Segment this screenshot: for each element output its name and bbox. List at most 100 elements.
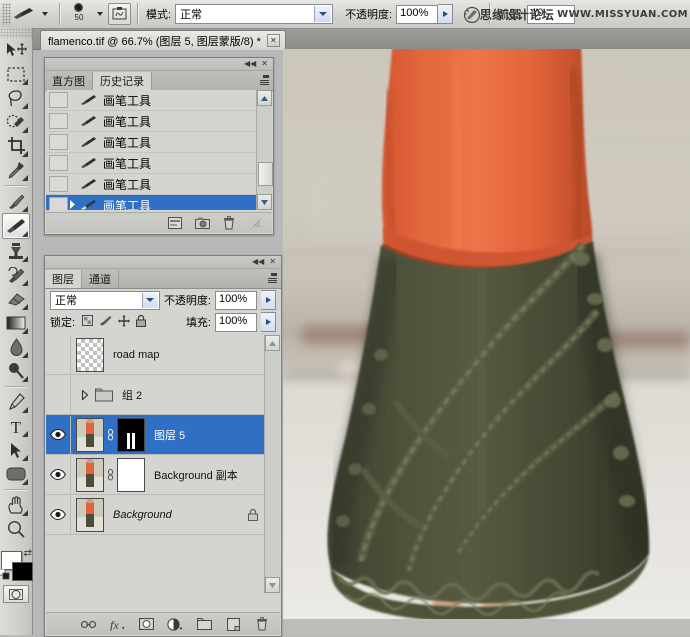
layers-panel-titlebar[interactable]: ◀◀ ✕ bbox=[45, 256, 281, 269]
lock-image-pixels-icon[interactable] bbox=[99, 315, 112, 329]
delete-state-button[interactable] bbox=[221, 216, 237, 231]
list-item[interactable]: 画笔工具 bbox=[46, 174, 256, 195]
healing-brush-tool[interactable] bbox=[3, 189, 29, 213]
list-item[interactable]: 画笔工具 bbox=[46, 153, 256, 174]
table-row[interactable]: 图层 5 bbox=[46, 415, 265, 455]
layer-mask-thumbnail[interactable] bbox=[117, 458, 145, 492]
blend-mode-select[interactable]: 正常 bbox=[175, 4, 333, 24]
scroll-down-button[interactable] bbox=[265, 577, 280, 593]
fill-stepper[interactable] bbox=[261, 312, 276, 332]
layer-visibility-toggle[interactable] bbox=[46, 376, 71, 414]
tab-channels[interactable]: 通道 bbox=[82, 270, 119, 288]
layer-thumbnail[interactable] bbox=[76, 418, 104, 452]
background-color-swatch[interactable] bbox=[12, 562, 33, 581]
close-icon[interactable]: ✕ bbox=[267, 34, 280, 47]
layer-mask-thumbnail[interactable] bbox=[117, 418, 145, 452]
table-row[interactable]: road map bbox=[46, 335, 265, 375]
history-scrollbar[interactable] bbox=[256, 90, 272, 210]
path-selection-tool[interactable] bbox=[3, 438, 29, 462]
panel-menu-icon[interactable] bbox=[260, 75, 269, 85]
pen-tool[interactable] bbox=[3, 390, 29, 414]
layer-name[interactable]: Background 副本 bbox=[154, 467, 238, 483]
rounded-rectangle-tool[interactable] bbox=[3, 462, 29, 486]
blur-tool[interactable] bbox=[3, 335, 29, 359]
tab-histogram[interactable]: 直方图 bbox=[45, 72, 93, 90]
layer-visibility-toggle[interactable] bbox=[46, 416, 71, 454]
hand-tool[interactable] bbox=[3, 493, 29, 517]
clone-stamp-tool[interactable] bbox=[3, 239, 29, 263]
document-tab[interactable]: flamenco.tif @ 66.7% (图层 5, 图层蒙版/8) * ✕ bbox=[40, 30, 286, 50]
collapse-icon[interactable]: ◀◀ bbox=[252, 258, 264, 266]
history-panel-titlebar[interactable]: ◀◀ ✕ bbox=[45, 58, 273, 71]
lock-position-icon[interactable] bbox=[118, 315, 130, 330]
table-row[interactable]: Background bbox=[46, 495, 265, 535]
close-icon[interactable]: ✕ bbox=[261, 60, 268, 68]
chevron-down-icon[interactable] bbox=[314, 6, 331, 22]
chevron-down-icon[interactable] bbox=[142, 293, 158, 308]
link-layers-button[interactable] bbox=[80, 617, 96, 632]
new-adjustment-layer-button[interactable] bbox=[167, 617, 183, 632]
zoom-tool[interactable] bbox=[3, 517, 29, 541]
list-item[interactable]: 画笔工具 bbox=[46, 111, 256, 132]
history-snapshot-checkbox[interactable] bbox=[49, 134, 68, 150]
layer-visibility-toggle[interactable] bbox=[46, 336, 71, 374]
rectangular-marquee-tool[interactable] bbox=[3, 62, 29, 86]
history-snapshot-checkbox[interactable] bbox=[49, 92, 68, 108]
brush-tool[interactable] bbox=[2, 213, 30, 239]
crop-tool[interactable] bbox=[3, 134, 29, 158]
quick-mask-icon[interactable] bbox=[3, 585, 29, 603]
move-tool[interactable] bbox=[3, 38, 29, 62]
layer-name[interactable]: 组 2 bbox=[122, 387, 142, 403]
layer-thumbnail[interactable] bbox=[76, 498, 104, 532]
scroll-up-button[interactable] bbox=[265, 335, 280, 351]
list-item[interactable]: 画笔工具 bbox=[46, 90, 256, 111]
dodge-tool[interactable] bbox=[3, 359, 29, 383]
table-row[interactable]: 组 2 bbox=[46, 375, 265, 415]
resize-grip[interactable] bbox=[248, 216, 264, 231]
layer-opacity-input[interactable]: 100% bbox=[215, 291, 257, 310]
layers-scrollbar[interactable] bbox=[264, 335, 280, 593]
color-swatches[interactable]: ⇄ bbox=[1, 551, 31, 581]
new-layer-button[interactable] bbox=[225, 617, 241, 632]
delete-layer-button[interactable] bbox=[254, 617, 270, 632]
eraser-tool[interactable] bbox=[3, 287, 29, 311]
brush-panel-toggle-icon[interactable] bbox=[108, 3, 131, 25]
add-layer-mask-button[interactable] bbox=[138, 617, 154, 632]
expand-group-icon[interactable] bbox=[78, 390, 91, 400]
panel-menu-icon[interactable] bbox=[268, 273, 277, 283]
fill-input[interactable]: 100% bbox=[215, 313, 257, 332]
history-list[interactable]: 画笔工具 画笔工具 画笔工具 bbox=[46, 90, 256, 210]
toolbox-grip[interactable] bbox=[0, 28, 32, 38]
table-row[interactable]: Background 副本 bbox=[46, 455, 265, 495]
history-snapshot-checkbox[interactable] bbox=[49, 176, 68, 192]
create-document-from-state-button[interactable] bbox=[167, 216, 183, 231]
type-tool[interactable]: T bbox=[3, 414, 29, 438]
layer-name[interactable]: Background bbox=[113, 509, 172, 521]
layers-list[interactable]: road map 组 2 bbox=[46, 335, 265, 593]
add-layer-style-button[interactable]: fx bbox=[109, 617, 125, 632]
tab-layers[interactable]: 图层 bbox=[45, 270, 82, 288]
tab-history[interactable]: 历史记录 bbox=[93, 72, 152, 90]
scroll-up-button[interactable] bbox=[257, 90, 272, 106]
layer-name[interactable]: 图层 5 bbox=[154, 427, 185, 443]
history-snapshot-checkbox[interactable] bbox=[49, 155, 68, 171]
layer-opacity-stepper[interactable] bbox=[261, 290, 276, 310]
opacity-input[interactable]: 100% bbox=[396, 5, 438, 24]
layer-blend-mode-select[interactable]: 正常 bbox=[50, 291, 160, 310]
tool-preset-picker[interactable] bbox=[11, 0, 53, 28]
close-icon[interactable]: ✕ bbox=[269, 258, 276, 266]
list-item[interactable]: 画笔工具 bbox=[46, 132, 256, 153]
layer-mask-link-icon[interactable] bbox=[104, 469, 117, 481]
scrollbar-thumb[interactable] bbox=[258, 162, 273, 186]
lock-all-icon[interactable] bbox=[136, 315, 146, 330]
list-item[interactable]: 画笔工具 bbox=[46, 195, 256, 210]
lasso-tool[interactable] bbox=[3, 86, 29, 110]
quick-selection-tool[interactable] bbox=[3, 110, 29, 134]
new-group-button[interactable] bbox=[196, 617, 212, 632]
history-brush-tool[interactable] bbox=[3, 263, 29, 287]
lock-transparent-pixels-icon[interactable] bbox=[82, 315, 93, 329]
eyedropper-tool[interactable] bbox=[3, 158, 29, 182]
history-snapshot-checkbox[interactable] bbox=[49, 197, 68, 210]
layer-name[interactable]: road map bbox=[113, 349, 159, 361]
layer-thumbnail[interactable] bbox=[76, 458, 104, 492]
